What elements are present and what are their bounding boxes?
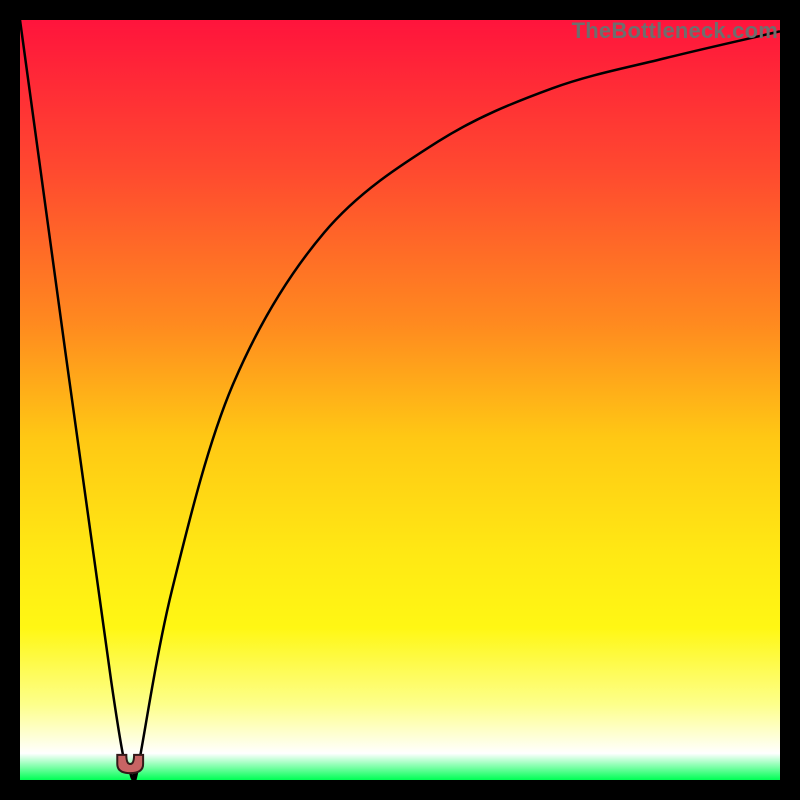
plot-frame: TheBottleneck.com [20, 20, 780, 780]
bottleneck-chart [20, 20, 780, 780]
gradient-background [20, 20, 780, 780]
watermark-text: TheBottleneck.com [572, 18, 778, 44]
